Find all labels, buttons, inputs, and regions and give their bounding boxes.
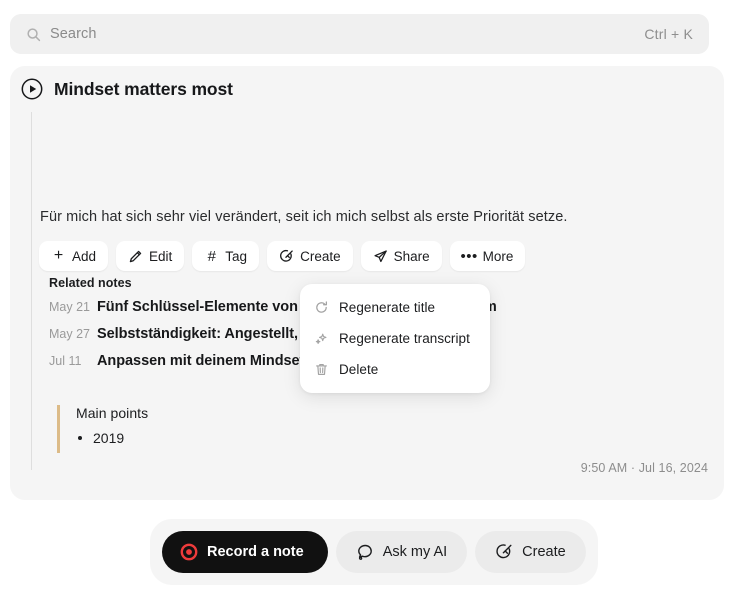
menu-item-label: Regenerate title xyxy=(339,300,436,315)
ellipsis-icon: ••• xyxy=(460,247,478,265)
menu-item-regenerate-title[interactable]: Regenerate title xyxy=(300,292,490,323)
plus-icon: + xyxy=(53,247,64,264)
more-button[interactable]: ••• More xyxy=(449,241,526,271)
menu-item-delete[interactable]: Delete xyxy=(300,354,490,385)
ask-my-ai-button[interactable]: Ask my AI xyxy=(335,531,468,573)
edit-button-label: Edit xyxy=(149,248,173,264)
related-note-date: May 21 xyxy=(49,300,90,314)
magic-wand-icon xyxy=(279,249,294,264)
tag-button-label: Tag xyxy=(225,248,248,264)
refresh-icon xyxy=(314,300,329,315)
trash-icon xyxy=(314,362,329,377)
main-points-list: 2019 xyxy=(76,429,148,447)
toolbar-create-label: Create xyxy=(522,544,566,560)
bottom-toolbar: Record a note Ask my AI Create xyxy=(150,519,598,585)
ask-my-ai-label: Ask my AI xyxy=(382,544,448,560)
toolbar-create-button[interactable]: Create xyxy=(475,531,586,573)
menu-item-regenerate-transcript[interactable]: Regenerate transcript xyxy=(300,323,490,354)
main-points-section: Main points 2019 xyxy=(57,405,148,453)
edit-button[interactable]: Edit xyxy=(116,241,185,271)
search-shortcut-hint: Ctrl + K xyxy=(644,26,693,42)
hash-icon: # xyxy=(207,247,216,265)
note-action-bar: + Add Edit # Tag Create Share ••• More xyxy=(39,241,526,271)
paper-plane-icon xyxy=(373,249,388,264)
create-button-label: Create xyxy=(300,248,341,264)
note-header: Mindset matters most xyxy=(21,78,233,100)
record-dot-icon xyxy=(180,543,198,561)
search-placeholder: Search xyxy=(50,26,97,42)
create-button[interactable]: Create xyxy=(267,241,353,271)
related-note-date: Jul 11 xyxy=(49,354,82,368)
more-dropdown-menu: Regenerate title Regenerate transcript D… xyxy=(300,284,490,393)
note-card: Mindset matters most Für mich hat sich s… xyxy=(10,66,724,500)
list-item: 2019 xyxy=(76,429,148,447)
share-button[interactable]: Share xyxy=(360,241,442,271)
record-note-button[interactable]: Record a note xyxy=(162,531,328,573)
more-button-label: More xyxy=(482,248,514,264)
sparkles-icon xyxy=(314,331,329,346)
record-note-label: Record a note xyxy=(207,544,304,560)
pencil-icon xyxy=(128,249,143,264)
timeline-guide xyxy=(31,112,32,470)
magic-wand-icon xyxy=(495,543,513,561)
tag-button[interactable]: # Tag xyxy=(192,241,260,271)
app-window: Search Ctrl + K Mindset matters most Für… xyxy=(0,0,748,606)
search-icon xyxy=(26,27,41,42)
main-points-heading: Main points xyxy=(76,405,149,421)
search-input[interactable]: Search Ctrl + K xyxy=(10,14,709,54)
share-button-label: Share xyxy=(393,248,430,264)
add-button-label: Add xyxy=(72,248,97,264)
page-title: Mindset matters most xyxy=(54,78,233,99)
related-note-date: May 27 xyxy=(49,327,90,341)
play-circle-icon[interactable] xyxy=(21,78,43,100)
menu-item-label: Delete xyxy=(339,362,379,377)
add-button[interactable]: + Add xyxy=(39,241,109,271)
chat-bubble-icon xyxy=(356,543,374,561)
menu-item-label: Regenerate transcript xyxy=(339,331,470,346)
note-timestamp: 9:50 AM · Jul 16, 2024 xyxy=(580,461,708,475)
note-transcript: Für mich hat sich sehr viel verändert, s… xyxy=(40,209,568,225)
